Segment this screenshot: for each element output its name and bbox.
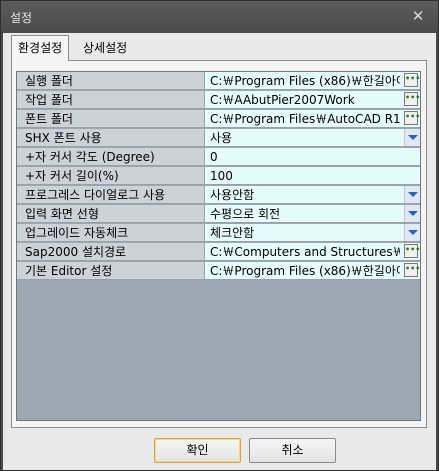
chevron-down-icon[interactable] bbox=[404, 205, 420, 222]
property-name: Sap2000 설치경로 bbox=[17, 243, 205, 261]
property-value-text: C:￦Computers and Structures￦SAP bbox=[210, 245, 400, 259]
cancel-button[interactable]: 취소 bbox=[249, 438, 336, 463]
property-value-text: C:￦AAbutPier2007Work bbox=[210, 93, 355, 107]
property-row[interactable]: 작업 폴더 C:￦AAbutPier2007Work ••• bbox=[17, 91, 420, 110]
chevron-down-icon[interactable] bbox=[404, 224, 420, 241]
property-row[interactable]: +자 커서 각도 (Degree) 0 bbox=[17, 148, 420, 167]
ok-button[interactable]: 확인 bbox=[154, 438, 241, 463]
property-value[interactable]: C:￦AAbutPier2007Work ••• bbox=[205, 91, 420, 109]
property-value[interactable]: C:￦Program Files￦AutoCAD R14￦l ••• bbox=[205, 110, 420, 128]
property-value[interactable]: 100 bbox=[205, 167, 420, 185]
property-row[interactable]: SHX 폰트 사용 사용 bbox=[17, 129, 420, 148]
dialog-client-area: 환경설정 상세설정 실행 폴더 C:￦Program Files (x86)￦한길… bbox=[3, 33, 436, 470]
chevron-down-icon[interactable] bbox=[404, 186, 420, 203]
property-name: 실행 폴더 bbox=[17, 72, 205, 90]
property-value-text: 체크안함 bbox=[210, 226, 255, 240]
property-row[interactable]: +자 커서 길이(%) 100 bbox=[17, 167, 420, 186]
property-name: +자 커서 길이(%) bbox=[17, 167, 205, 185]
property-name: +자 커서 각도 (Degree) bbox=[17, 148, 205, 166]
property-value[interactable]: C:￦Computers and Structures￦SAP ••• bbox=[205, 243, 420, 261]
title-bar[interactable]: 설정 ✕ bbox=[1, 1, 438, 33]
property-value-text: 사용 bbox=[210, 131, 233, 145]
property-value[interactable]: 사용 bbox=[205, 129, 420, 147]
property-name: SHX 폰트 사용 bbox=[17, 129, 205, 147]
property-row[interactable]: 실행 폴더 C:￦Program Files (x86)￦한길아이E ••• bbox=[17, 72, 420, 91]
property-name: 업그레이드 자동체크 bbox=[17, 224, 205, 242]
browse-ellipsis-icon[interactable]: ••• bbox=[404, 244, 420, 258]
property-value-text: C:￦Program Files (x86)￦한길아이E bbox=[210, 264, 400, 278]
browse-ellipsis-icon[interactable]: ••• bbox=[404, 263, 420, 277]
settings-dialog: 설정 ✕ 환경설정 상세설정 실행 폴더 C:￦Program Files (x8… bbox=[0, 0, 439, 471]
property-row[interactable]: 업그레이드 자동체크 체크안함 bbox=[17, 224, 420, 243]
property-name: 프로그레스 다이얼로그 사용 bbox=[17, 186, 205, 204]
property-name: 작업 폴더 bbox=[17, 91, 205, 109]
property-value-text: 0 bbox=[210, 150, 218, 164]
property-value-text: 사용안함 bbox=[210, 188, 255, 202]
property-value[interactable]: 수평으로 회전 bbox=[205, 205, 420, 223]
close-icon[interactable]: ✕ bbox=[409, 7, 427, 25]
property-value[interactable]: C:￦Program Files (x86)￦한길아이E ••• bbox=[205, 262, 420, 280]
property-name: 입력 화면 선형 bbox=[17, 205, 205, 223]
browse-ellipsis-icon[interactable]: ••• bbox=[404, 73, 420, 87]
window-title: 설정 bbox=[10, 11, 33, 25]
property-value[interactable]: 체크안함 bbox=[205, 224, 420, 242]
chevron-down-icon[interactable] bbox=[404, 129, 420, 146]
property-value[interactable]: 0 bbox=[205, 148, 420, 166]
browse-ellipsis-icon[interactable]: ••• bbox=[404, 111, 420, 125]
property-value-text: C:￦Program Files￦AutoCAD R14￦l bbox=[210, 112, 400, 126]
property-value-text: C:￦Program Files (x86)￦한길아이E bbox=[210, 74, 400, 88]
property-row[interactable]: 입력 화면 선형 수평으로 회전 bbox=[17, 205, 420, 224]
property-grid: 실행 폴더 C:￦Program Files (x86)￦한길아이E ••• 작업 폴… bbox=[16, 71, 421, 421]
property-row[interactable]: 프로그레스 다이얼로그 사용 사용안함 bbox=[17, 186, 420, 205]
property-row[interactable]: Sap2000 설치경로C:￦Computers and Structures￦… bbox=[17, 243, 420, 262]
property-row[interactable]: 폰트 폴더 C:￦Program Files￦AutoCAD R14￦l ••• bbox=[17, 110, 420, 129]
property-value[interactable]: C:￦Program Files (x86)￦한길아이E ••• bbox=[205, 72, 420, 90]
property-value-text: 수평으로 회전 bbox=[210, 207, 281, 221]
browse-ellipsis-icon[interactable]: ••• bbox=[404, 92, 420, 106]
tab-detail[interactable]: 상세설정 bbox=[77, 38, 133, 60]
tab-environment[interactable]: 환경설정 bbox=[11, 35, 70, 61]
property-value-text: 100 bbox=[210, 169, 233, 183]
property-row[interactable]: 기본 Editor 설정 C:￦Program Files (x86)￦한길아이E… bbox=[17, 262, 420, 281]
property-name: 기본 Editor 설정 bbox=[17, 262, 205, 280]
property-name: 폰트 폴더 bbox=[17, 110, 205, 128]
property-value[interactable]: 사용안함 bbox=[205, 186, 420, 204]
